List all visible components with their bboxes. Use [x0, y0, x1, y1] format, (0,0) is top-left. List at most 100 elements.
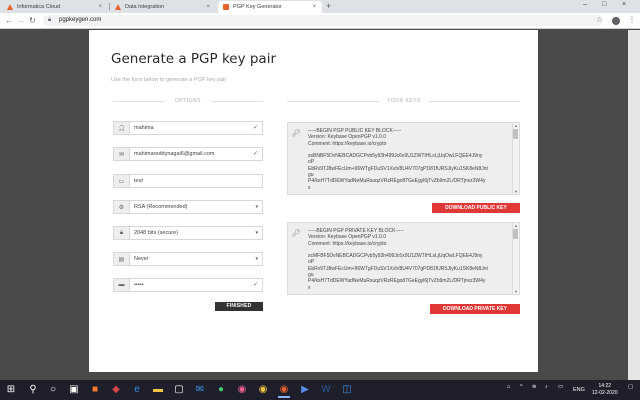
download-public-key-button[interactable]: DOWNLOAD PUBLIC KEY	[432, 203, 520, 213]
email-icon: ✉	[114, 148, 130, 160]
user-icon: 👤︎	[114, 122, 130, 134]
tray-chevron-icon[interactable]: ^	[520, 384, 523, 390]
back-arrow-icon[interactable]: ←	[5, 16, 13, 25]
email-input[interactable]: ✉ mahimareddynagai6@gmail.com ✓	[113, 147, 263, 161]
app-icon[interactable]: ◆	[110, 384, 122, 396]
algorithm-select[interactable]: ⚙ RSA (Recommended) ▾	[113, 200, 263, 214]
reload-icon[interactable]: ↻	[29, 16, 36, 25]
public-key-textarea[interactable]: 🔑︎ -----BEGIN PGP PUBLIC KEY BLOCK----- …	[287, 122, 520, 195]
scroll-thumb[interactable]	[513, 229, 518, 239]
windows-start-icon[interactable]: ⊞	[5, 384, 17, 396]
wifi-icon[interactable]: ≋	[532, 384, 537, 390]
app-icon-5[interactable]: ◫	[341, 384, 353, 396]
passphrase-input[interactable]: ▬ ••••• ✓	[113, 278, 263, 292]
network-icon[interactable]: ▭	[558, 384, 563, 390]
minimize-button[interactable]: –	[583, 1, 587, 8]
file-explorer-icon[interactable]: ▬	[152, 384, 164, 396]
expires-select[interactable]: ▤ Never ▾	[113, 252, 263, 266]
keys-divider-left	[287, 101, 379, 102]
notifications-icon[interactable]: ▢	[628, 384, 633, 390]
private-key-scrollbar[interactable]: ▲ ▼	[512, 223, 519, 294]
chrome-icon[interactable]: ◉	[278, 384, 290, 398]
bookmark-star-icon[interactable]: ☆	[596, 16, 602, 24]
lock-icon: 🔒︎	[48, 17, 52, 23]
close-tab-icon[interactable]: ×	[206, 4, 210, 10]
mail-icon[interactable]: ✉	[194, 384, 206, 396]
people-icon[interactable]: ⌂	[507, 384, 510, 390]
options-heading: OPTIONS	[174, 98, 201, 104]
page-title: Generate a PGP key pair	[111, 51, 277, 67]
camera-icon[interactable]: ▶	[299, 384, 311, 396]
intellij-icon[interactable]: ■	[89, 384, 101, 396]
public-key-scrollbar[interactable]: ▲ ▼	[512, 123, 519, 194]
clock[interactable]: 14:22 12-02-2020	[592, 383, 618, 396]
chevron-down-icon: ▾	[255, 230, 258, 236]
algorithm-icon: ⚙	[114, 201, 130, 213]
key-size-icon: 🔒︎	[114, 227, 130, 239]
page-background: Generate a PGP key pair Use the form bel…	[0, 30, 640, 380]
close-window-button[interactable]: ×	[622, 1, 626, 8]
public-key-text: -----BEGIN PGP PUBLIC KEY BLOCK----- Ver…	[308, 128, 488, 191]
new-tab-button[interactable]: +	[326, 1, 331, 11]
expires-value: Never	[134, 256, 149, 262]
scroll-thumb[interactable]	[513, 129, 518, 139]
key-icon: 🔑︎	[292, 230, 301, 237]
app-icon-4[interactable]: ◉	[257, 384, 269, 396]
email-value: mahimareddynagai6@gmail.com	[134, 151, 215, 157]
browser-tab-bar: Informatica Cloud × Data Integration × P…	[0, 0, 640, 13]
browser-menu-icon[interactable]: ⋮	[628, 15, 636, 24]
app-icon-2[interactable]: ●	[215, 384, 227, 396]
clock-date: 12-02-2020	[592, 389, 618, 396]
check-icon: ✓	[252, 282, 258, 288]
check-icon: ✓	[252, 125, 258, 131]
url-field[interactable]: 🔒︎ pgpkeygen.com	[43, 15, 603, 26]
task-view-icon[interactable]: ▣	[68, 384, 80, 396]
informatica-icon	[7, 4, 13, 10]
keys-heading: YOUR KEYS	[387, 98, 421, 104]
key-size-select[interactable]: 🔒︎ 2048 bits (secure) ▾	[113, 226, 263, 240]
informatica-icon	[115, 4, 121, 10]
app-icon-3[interactable]: ◉	[236, 384, 248, 396]
store-icon[interactable]: ▢	[173, 384, 185, 396]
expires-icon: ▤	[114, 253, 130, 265]
algorithm-value: RSA (Recommended)	[134, 204, 188, 210]
scroll-down-icon[interactable]: ▼	[514, 189, 518, 194]
chevron-down-icon: ▾	[255, 256, 258, 262]
private-key-text: -----BEGIN PGP PRIVATE KEY BLOCK----- Ve…	[308, 228, 488, 291]
address-bar-row: ← → ↻ 🔒︎ pgpkeygen.com ☆ ⋮	[0, 13, 640, 29]
language-indicator[interactable]: ENG	[573, 387, 585, 393]
forward-arrow-icon[interactable]: →	[17, 16, 25, 25]
close-tab-icon[interactable]: ×	[98, 4, 102, 10]
volume-icon[interactable]: ♪	[545, 384, 548, 390]
finished-button[interactable]: FINISHED	[215, 302, 263, 311]
word-icon[interactable]: W	[320, 384, 332, 396]
url-text: pgpkeygen.com	[59, 17, 102, 23]
download-private-key-button[interactable]: DOWNLOAD PRIVATE KEY	[430, 304, 520, 314]
name-input[interactable]: 👤︎ mahima ✓	[113, 121, 263, 135]
tab-label: Informatica Cloud	[17, 4, 61, 10]
scroll-down-icon[interactable]: ▼	[514, 289, 518, 294]
tab-informatica-cloud[interactable]: Informatica Cloud ×	[2, 1, 108, 13]
name-value: mahima	[134, 125, 154, 131]
comment-value: test	[134, 178, 143, 184]
windows-taskbar: ⊞ ⚲ ○ ▣ ■ ◆ e ▬ ▢ ✉ ● ◉ ◉ ◉ ▶ W ◫ ⌂ ^ ≋ …	[0, 380, 640, 400]
close-tab-icon[interactable]: ×	[312, 4, 316, 10]
page-subtitle: Use the form below to generate a PGP key…	[111, 77, 227, 83]
private-key-textarea[interactable]: 🔑︎ -----BEGIN PGP PRIVATE KEY BLOCK-----…	[287, 222, 520, 295]
maximize-button[interactable]: □	[602, 1, 606, 8]
edge-icon[interactable]: e	[131, 384, 143, 396]
tab-label: Data Integration	[125, 4, 165, 10]
scroll-up-icon[interactable]: ▲	[514, 223, 518, 228]
comment-input[interactable]: ▭ test	[113, 174, 263, 188]
tab-pgp-key-generator[interactable]: PGP Key Generator ×	[218, 1, 322, 13]
check-icon: ✓	[252, 151, 258, 157]
scroll-up-icon[interactable]: ▲	[514, 123, 518, 128]
profile-avatar[interactable]	[612, 17, 620, 25]
cortana-icon[interactable]: ○	[47, 384, 59, 396]
tab-label: PGP Key Generator	[233, 4, 282, 10]
comment-icon: ▭	[114, 175, 130, 187]
search-icon[interactable]: ⚲	[27, 384, 39, 396]
tab-data-integration[interactable]: Data Integration ×	[110, 1, 216, 13]
chevron-down-icon: ▾	[255, 204, 258, 210]
keys-divider-right	[429, 101, 520, 102]
